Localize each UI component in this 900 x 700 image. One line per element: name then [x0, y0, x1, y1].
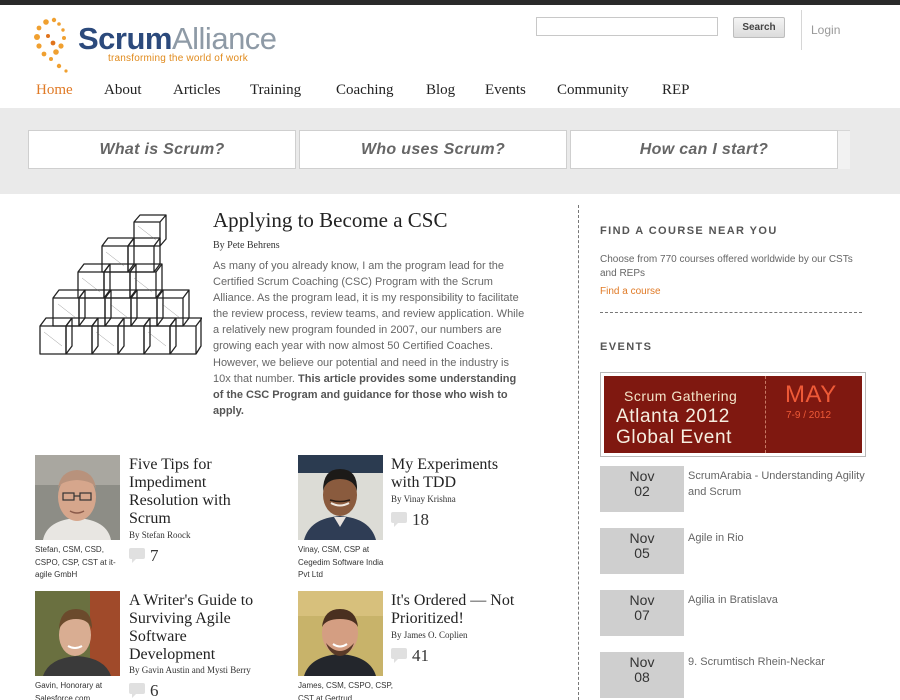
- comment-bubble-icon: [129, 683, 145, 698]
- banner-line2: Atlanta 2012: [616, 406, 730, 427]
- logo-tagline: transforming the world of work: [108, 53, 248, 64]
- scrum-gathering-banner[interactable]: Scrum Gathering Atlanta 2012 Global Even…: [600, 372, 866, 457]
- james-coplien-photo[interactable]: [298, 591, 383, 676]
- banner-dates: 7-9 / 2012: [786, 410, 832, 421]
- feature-body-text: As many of you already know, I am the pr…: [213, 260, 525, 385]
- event-name[interactable]: Agile in Rio: [688, 530, 866, 546]
- nav-about[interactable]: About: [104, 82, 142, 99]
- scrum-alliance-logo[interactable]: ScrumAlliance transforming the world of …: [34, 16, 277, 74]
- article-title-ordered[interactable]: It's Ordered — Not Prioritized!: [391, 592, 531, 628]
- article-title-impediment[interactable]: Five Tips for Impediment Resolution with…: [129, 456, 249, 528]
- nav-coaching[interactable]: Coaching: [336, 82, 394, 99]
- article-title-tdd[interactable]: My Experiments with TDD: [391, 456, 521, 492]
- search-input[interactable]: [536, 17, 718, 36]
- comment-bubble-icon: [391, 512, 407, 527]
- author-caption: Vinay, CSM, CSP at Cegedim Software Indi…: [298, 545, 384, 579]
- header-divider: [801, 10, 802, 50]
- event-name[interactable]: 9. Scrumtisch Rhein-Neckar: [688, 654, 866, 670]
- event-date[interactable]: Nov 07: [600, 590, 684, 636]
- nav-blog[interactable]: Blog: [426, 82, 455, 99]
- course-description: Choose from 770 courses offered worldwid…: [600, 254, 853, 279]
- what-is-scrum-button[interactable]: What is Scrum?: [28, 130, 296, 169]
- event-name[interactable]: ScrumArabia - Understanding Agility and …: [688, 468, 866, 500]
- event-date[interactable]: Nov 02: [600, 466, 684, 512]
- nav-articles[interactable]: Articles: [173, 82, 220, 99]
- search-button[interactable]: Search: [733, 17, 785, 38]
- nav-home[interactable]: Home: [36, 82, 73, 99]
- nav-community[interactable]: Community: [557, 82, 629, 99]
- event-date[interactable]: Nov 05: [600, 528, 684, 574]
- events-heading: EVENTS: [600, 341, 653, 353]
- login-link[interactable]: Login: [811, 23, 840, 37]
- top-bar: [0, 0, 900, 5]
- article-title-writers-guide[interactable]: A Writer's Guide to Surviving Agile Soft…: [129, 592, 259, 664]
- banner-separator: [765, 376, 766, 453]
- feature-body: As many of you already know, I am the pr…: [213, 258, 527, 419]
- logo-alliance-text: Alliance: [171, 21, 277, 56]
- nav-rep[interactable]: REP: [662, 82, 690, 99]
- how-can-i-start-button[interactable]: How can I start?: [570, 130, 838, 169]
- band-edge: [838, 130, 850, 169]
- nav-training[interactable]: Training: [250, 82, 301, 99]
- author-caption: Gavin, Honorary at Salesforce.com: [35, 681, 103, 700]
- banner-line1: Scrum Gathering: [624, 388, 738, 404]
- course-heading: FIND A COURSE NEAR YOU: [600, 225, 778, 237]
- column-divider: [578, 205, 579, 700]
- find-course-link[interactable]: Find a course: [600, 286, 661, 297]
- who-uses-scrum-button[interactable]: Who uses Scrum?: [299, 130, 567, 169]
- author-caption: Stefan, CSM, CSD, CSPO, CSP, CST at it-a…: [35, 545, 116, 579]
- comment-bubble-icon: [129, 548, 145, 563]
- logo-scrum-text: Scrum: [78, 21, 172, 56]
- article-byline: By Vinay Krishna: [391, 494, 456, 504]
- stacked-boxes-illustration: [39, 214, 202, 355]
- feature-title[interactable]: Applying to Become a CSC: [213, 208, 448, 233]
- stefan-roock-photo[interactable]: [35, 455, 120, 540]
- logo-dots-icon: [34, 17, 68, 73]
- feature-byline: By Pete Behrens: [213, 240, 280, 251]
- event-name[interactable]: Agilia in Bratislava: [688, 592, 866, 608]
- article-byline: By James O. Coplien: [391, 630, 468, 640]
- article-byline: By Stefan Roock: [129, 530, 191, 540]
- vinay-krishna-photo[interactable]: [298, 455, 383, 540]
- banner-line3: Global Event: [616, 427, 732, 448]
- banner-month: MAY: [785, 381, 837, 408]
- article-byline: By Gavin Austin and Mysti Berry: [129, 665, 251, 675]
- gavin-austin-photo[interactable]: [35, 591, 120, 676]
- comment-bubble-icon: [391, 648, 407, 663]
- event-date[interactable]: Nov 08: [600, 652, 684, 698]
- nav-events[interactable]: Events: [485, 82, 526, 99]
- author-caption: James, CSM, CSPO, CSP, CST at Gertrud: [298, 681, 393, 700]
- sidebar-divider: [600, 312, 862, 313]
